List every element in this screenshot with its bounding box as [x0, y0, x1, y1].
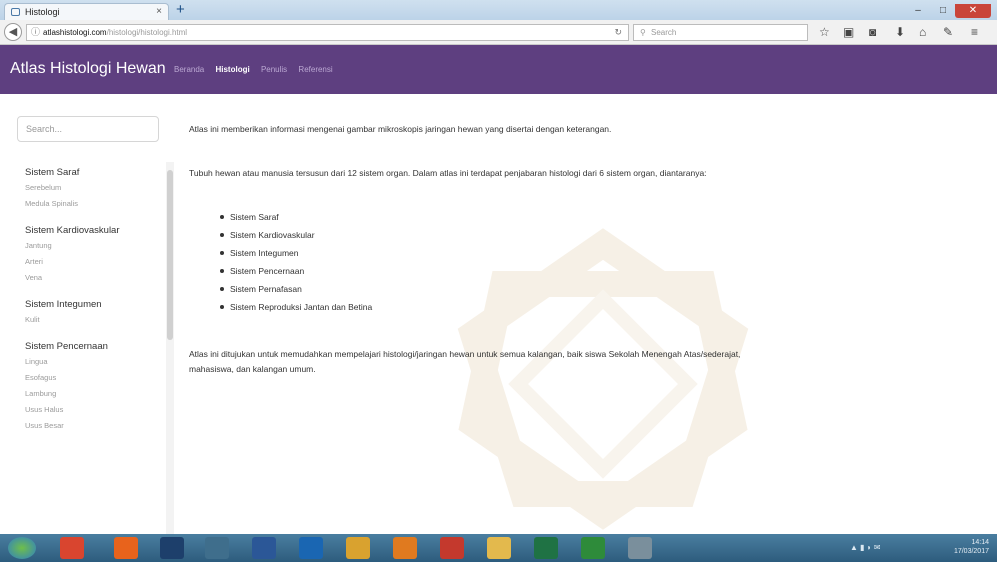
sidebar-item-vena[interactable]: Vena — [25, 270, 165, 286]
taskbar-bluetooth-icon[interactable] — [299, 537, 323, 559]
taskbar-app-green-icon[interactable] — [581, 537, 605, 559]
browser-nav-bar: ◀ ⓘ atlashistologi.com/histologi/histolo… — [0, 20, 997, 45]
sidebar-category-pencernaan[interactable]: Sistem Pencernaan — [25, 340, 165, 354]
list-item: Sistem Saraf — [220, 208, 372, 226]
sidebar-category-kardiovaskular[interactable]: Sistem Kardiovaskular — [25, 224, 165, 238]
window-controls: – □ ✕ — [905, 0, 993, 18]
list-item: Sistem Kardiovaskular — [220, 226, 372, 244]
sidebar-item-usus-besar[interactable]: Usus Besar — [25, 418, 165, 434]
taskbar-paint-icon[interactable] — [628, 537, 652, 559]
sidebar-list: Sistem Saraf Serebelum Medula Spinalis S… — [25, 166, 165, 434]
back-button[interactable]: ◀ — [4, 23, 22, 41]
sidebar-item-serebelum[interactable]: Serebelum — [25, 180, 165, 196]
maximize-button[interactable]: □ — [931, 4, 955, 18]
taskbar-excel-icon[interactable] — [534, 537, 558, 559]
sidebar-category-integumen[interactable]: Sistem Integumen — [25, 298, 165, 312]
tab-close-icon[interactable]: × — [156, 4, 162, 20]
systems-paragraph: Tubuh hewan atau manusia tersusun dari 1… — [189, 168, 707, 178]
nav-referensi[interactable]: Referensi — [298, 65, 332, 74]
home-icon[interactable]: ⌂ — [919, 23, 926, 42]
nav-beranda[interactable]: Beranda — [174, 65, 204, 74]
taskbar: ▲ ▮ ◗ ✉ 14:14 17/03/2017 — [0, 534, 997, 562]
nav-histologi[interactable]: Histologi — [215, 65, 249, 74]
sidebar-item-esofagus[interactable]: Esofagus — [25, 370, 165, 386]
browser-toolbar: ☆ ▣ ◙ ⬇ ⌂ ✎ ≡ — [815, 23, 995, 42]
taskbar-chrome-icon[interactable] — [60, 537, 84, 559]
sidebar-scroll-thumb[interactable] — [167, 170, 173, 340]
sidebar-search-input[interactable]: Search... — [17, 116, 159, 142]
reload-icon[interactable]: ↻ — [614, 25, 622, 40]
browser-search-placeholder: Search — [651, 28, 677, 37]
new-tab-button[interactable]: + — [176, 1, 185, 19]
star-icon[interactable]: ☆ — [819, 23, 830, 42]
clipboard-icon[interactable]: ▣ — [843, 23, 854, 42]
sidebar-item-usus-halus[interactable]: Usus Halus — [25, 402, 165, 418]
systems-list: Sistem Saraf Sistem Kardiovaskular Siste… — [220, 208, 372, 316]
minimize-button[interactable]: – — [905, 4, 931, 18]
list-item: Sistem Pencernaan — [220, 262, 372, 280]
info-icon[interactable]: ⓘ — [31, 25, 40, 40]
purpose-paragraph: Atlas ini ditujukan untuk memudahkan mem… — [189, 349, 741, 374]
taskbar-wifi-tool-icon[interactable] — [205, 537, 229, 559]
sidebar-item-kulit[interactable]: Kulit — [25, 312, 165, 328]
extension-icon[interactable]: ✎ — [943, 23, 953, 42]
watermark-logo — [457, 228, 749, 530]
site-header: Atlas Histologi Hewan Beranda Histologi … — [0, 45, 997, 94]
sidebar-item-lambung[interactable]: Lambung — [25, 386, 165, 402]
sidebar-item-jantung[interactable]: Jantung — [25, 238, 165, 254]
clock[interactable]: 14:14 17/03/2017 — [954, 538, 989, 556]
taskbar-photoshop-icon[interactable] — [160, 537, 184, 559]
sidebar-item-medula-spinalis[interactable]: Medula Spinalis — [25, 196, 165, 212]
list-item: Sistem Reproduksi Jantan dan Betina — [220, 298, 372, 316]
nav-penulis[interactable]: Penulis — [261, 65, 287, 74]
browser-tab-bar: Histologi × + – □ ✕ — [0, 0, 997, 20]
list-item: Sistem Pernafasan — [220, 280, 372, 298]
url-bar[interactable]: ⓘ atlashistologi.com/histologi/histologi… — [26, 24, 629, 41]
site-brand[interactable]: Atlas Histologi Hewan — [10, 60, 166, 78]
list-item: Sistem Integumen — [220, 244, 372, 262]
taskbar-media-icon[interactable] — [440, 537, 464, 559]
sidebar-item-lingua[interactable]: Lingua — [25, 354, 165, 370]
tab-title: Histologi — [25, 7, 60, 17]
taskbar-app-orange-icon[interactable] — [114, 537, 138, 559]
search-icon: ⚲ — [640, 28, 646, 37]
download-icon[interactable]: ⬇ — [895, 23, 905, 42]
intro-paragraph: Atlas ini memberikan informasi mengenai … — [189, 124, 612, 134]
pocket-icon[interactable]: ◙ — [869, 23, 876, 42]
url-text: atlashistologi.com/histologi/histologi.h… — [43, 28, 188, 37]
close-window-button[interactable]: ✕ — [955, 4, 991, 18]
site-nav: Beranda Histologi Penulis Referensi — [174, 65, 342, 74]
browser-search-field[interactable]: ⚲ Search — [633, 24, 808, 41]
clock-date: 17/03/2017 — [953, 548, 989, 555]
start-button[interactable] — [8, 537, 36, 559]
clock-time: 14:14 — [971, 539, 989, 546]
favicon-icon — [11, 8, 20, 16]
tray-icons[interactable]: ▲ ▮ ◗ ✉ — [850, 543, 881, 552]
sidebar: Search... Sistem Saraf Serebelum Medula … — [0, 94, 174, 534]
menu-icon[interactable]: ≡ — [971, 23, 978, 42]
taskbar-firefox-icon[interactable] — [393, 537, 417, 559]
browser-tab[interactable]: Histologi × — [4, 3, 169, 20]
taskbar-word-icon[interactable] — [252, 537, 276, 559]
sidebar-category-saraf[interactable]: Sistem Saraf — [25, 166, 165, 180]
taskbar-chrome-browser-icon[interactable] — [346, 537, 370, 559]
taskbar-folder-icon[interactable] — [487, 537, 511, 559]
main-content: Atlas ini memberikan informasi mengenai … — [189, 94, 979, 534]
sidebar-item-arteri[interactable]: Arteri — [25, 254, 165, 270]
